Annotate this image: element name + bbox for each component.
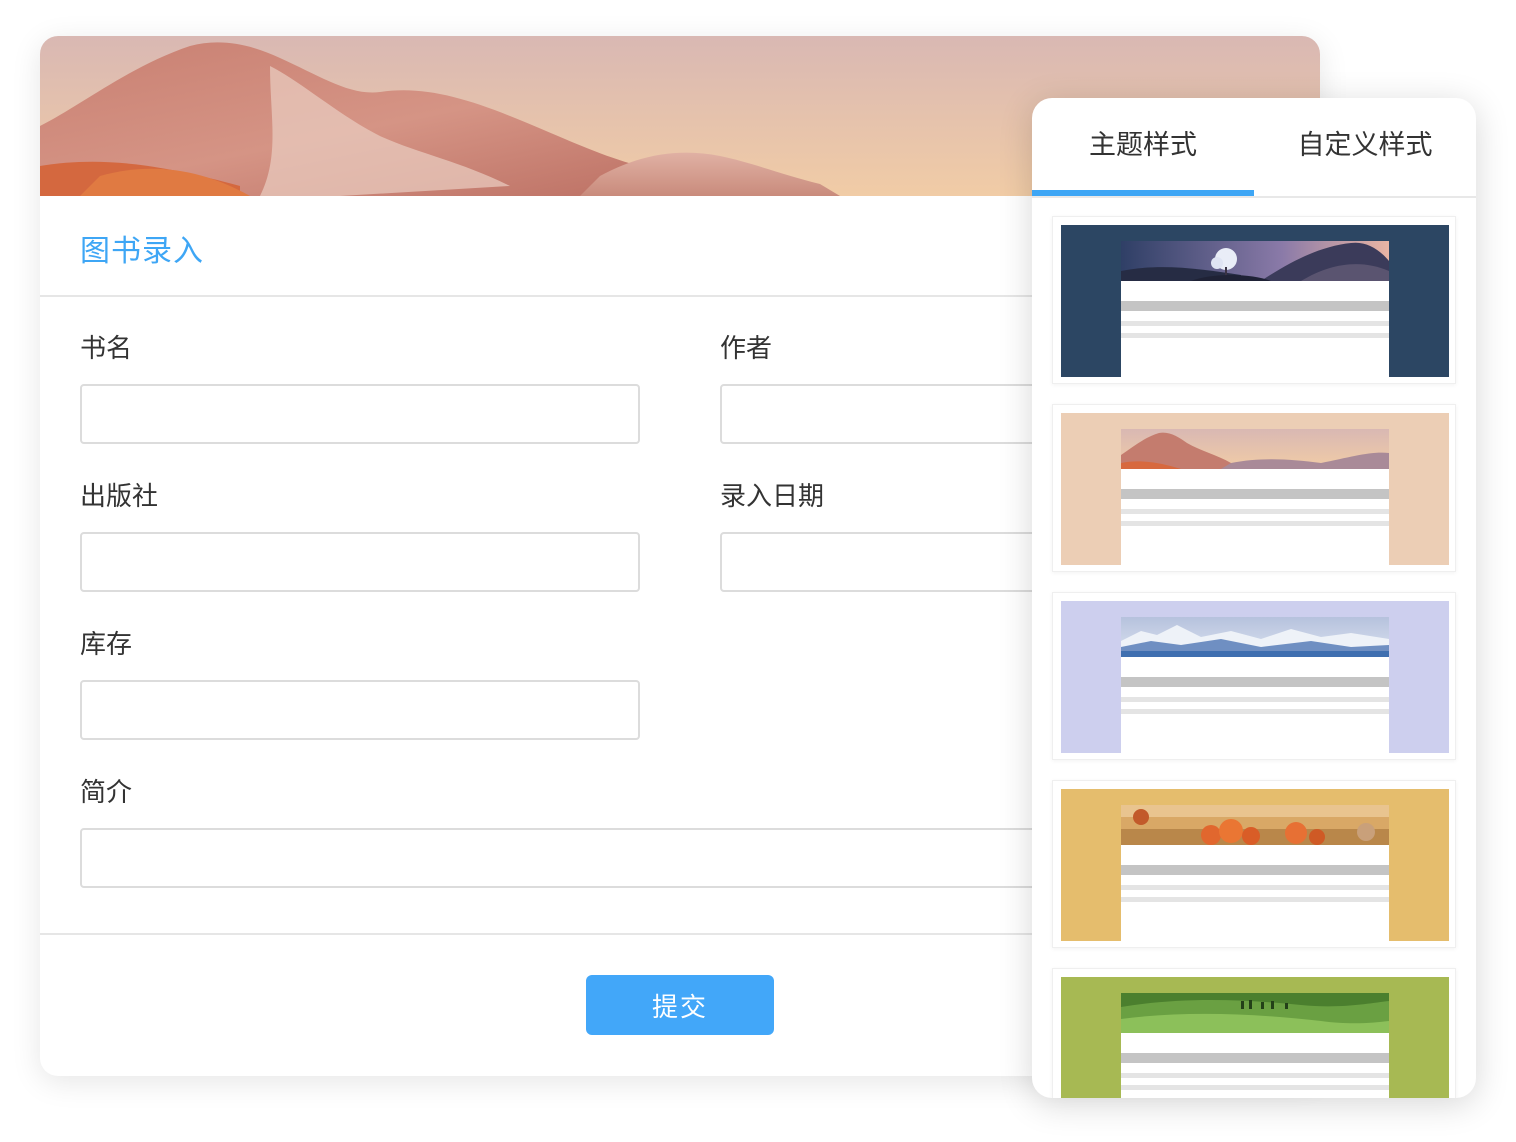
placeholder-bar (1121, 897, 1389, 902)
theme-item-pink-mountain[interactable] (1052, 404, 1456, 572)
placeholder-bar (1121, 521, 1389, 526)
theme-background (1061, 601, 1449, 753)
placeholder-bar (1121, 677, 1389, 687)
placeholder-bar (1121, 865, 1389, 875)
theme-banner-thumbnail (1121, 241, 1389, 281)
theme-item-green-prairie[interactable] (1052, 968, 1456, 1098)
book-name-label: 书名 (80, 334, 133, 364)
theme-item-snow-mountain[interactable] (1052, 592, 1456, 760)
stock-input[interactable] (80, 680, 640, 740)
panel-tabs: 主题样式 自定义样式 (1032, 98, 1476, 198)
theme-page-preview (1121, 993, 1389, 1098)
placeholder-bar (1121, 321, 1389, 326)
form-title: 图书录入 (80, 234, 204, 269)
placeholder-bar (1121, 1085, 1389, 1090)
stock-label: 库存 (80, 630, 133, 660)
theme-item-night-dunes[interactable] (1052, 216, 1456, 384)
tab-theme-style[interactable]: 主题样式 (1032, 98, 1254, 196)
theme-item-autumn-grassland[interactable] (1052, 780, 1456, 948)
theme-page-preview (1121, 241, 1389, 377)
theme-background (1061, 413, 1449, 565)
theme-background (1061, 225, 1449, 377)
book-name-input[interactable] (80, 384, 640, 444)
theme-banner-thumbnail (1121, 429, 1389, 469)
placeholder-bar (1121, 1073, 1389, 1078)
placeholder-bar (1121, 885, 1389, 890)
theme-background (1061, 977, 1449, 1098)
theme-banner-thumbnail (1121, 805, 1389, 845)
theme-page-preview (1121, 805, 1389, 941)
theme-background (1061, 789, 1449, 941)
placeholder-bar (1121, 709, 1389, 714)
theme-page-preview (1121, 429, 1389, 565)
intro-label: 简介 (80, 778, 133, 808)
author-label: 作者 (720, 334, 773, 364)
theme-page-preview (1121, 617, 1389, 753)
theme-panel: 主题样式 自定义样式 (1032, 98, 1476, 1098)
placeholder-bar (1121, 1053, 1389, 1063)
theme-banner-thumbnail (1121, 617, 1389, 657)
publisher-label: 出版社 (80, 482, 159, 512)
placeholder-bar (1121, 697, 1389, 702)
placeholder-bar (1121, 333, 1389, 338)
placeholder-bar (1121, 301, 1389, 311)
submit-button[interactable]: 提交 (586, 975, 774, 1035)
publisher-input[interactable] (80, 532, 640, 592)
theme-banner-thumbnail (1121, 993, 1389, 1033)
entry-date-label: 录入日期 (720, 482, 825, 512)
placeholder-bar (1121, 489, 1389, 499)
placeholder-bar (1121, 509, 1389, 514)
tab-custom-style[interactable]: 自定义样式 (1254, 98, 1476, 194)
